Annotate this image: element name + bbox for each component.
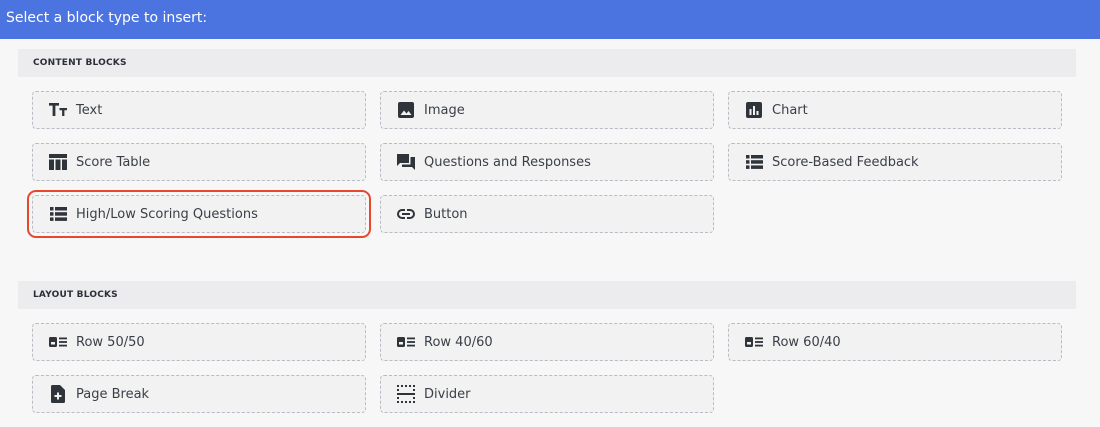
block-label: Questions and Responses (424, 154, 591, 170)
block-high-low-scoring-questions[interactable]: High/Low Scoring Questions (27, 190, 371, 238)
block-score-based-feedback[interactable]: Score-Based Feedback (728, 143, 1062, 181)
image-icon (397, 101, 415, 119)
row-icon (397, 333, 415, 351)
chart-icon (745, 101, 763, 119)
block-label: Score-Based Feedback (772, 154, 919, 170)
block-label: Text (76, 102, 103, 118)
block-row-50-50[interactable]: Row 50/50 (32, 323, 366, 361)
block-button[interactable]: Button (380, 195, 714, 233)
block-label: High/Low Scoring Questions (76, 206, 258, 222)
block-divider[interactable]: Divider (380, 375, 714, 413)
link-icon (397, 205, 415, 223)
block-score-table[interactable]: Score Table (32, 143, 366, 181)
block-label: Score Table (76, 154, 151, 170)
table-icon (49, 153, 67, 171)
block-label: Row 40/60 (424, 334, 493, 350)
block-questions-and-responses[interactable]: Questions and Responses (380, 143, 714, 181)
block-page-break[interactable]: Page Break (32, 375, 366, 413)
content-blocks-section-header: CONTENT BLOCKS (18, 49, 1076, 77)
text-icon (49, 101, 67, 119)
dialog-title: Select a block type to insert: (6, 10, 208, 26)
row-icon (745, 333, 763, 351)
block-label: Row 60/40 (772, 334, 841, 350)
block-label: Row 50/50 (76, 334, 145, 350)
divider-icon (397, 385, 415, 403)
block-label: Image (424, 102, 465, 118)
block-chart[interactable]: Chart (728, 91, 1062, 129)
row-icon (49, 333, 67, 351)
block-label: Button (424, 206, 468, 222)
page-break-icon (49, 385, 67, 403)
block-label: Chart (772, 102, 808, 118)
list-icon (49, 205, 67, 223)
block-row-40-60[interactable]: Row 40/60 (380, 323, 714, 361)
layout-blocks-section-header: LAYOUT BLOCKS (18, 281, 1076, 309)
block-image[interactable]: Image (380, 91, 714, 129)
block-label: Divider (424, 386, 471, 402)
block-text[interactable]: Text (32, 91, 366, 129)
block-row-60-40[interactable]: Row 60/40 (728, 323, 1062, 361)
dialog-header: Select a block type to insert: (0, 0, 1100, 39)
block-label: Page Break (76, 386, 150, 402)
list-icon (745, 153, 763, 171)
chat-icon (397, 153, 415, 171)
